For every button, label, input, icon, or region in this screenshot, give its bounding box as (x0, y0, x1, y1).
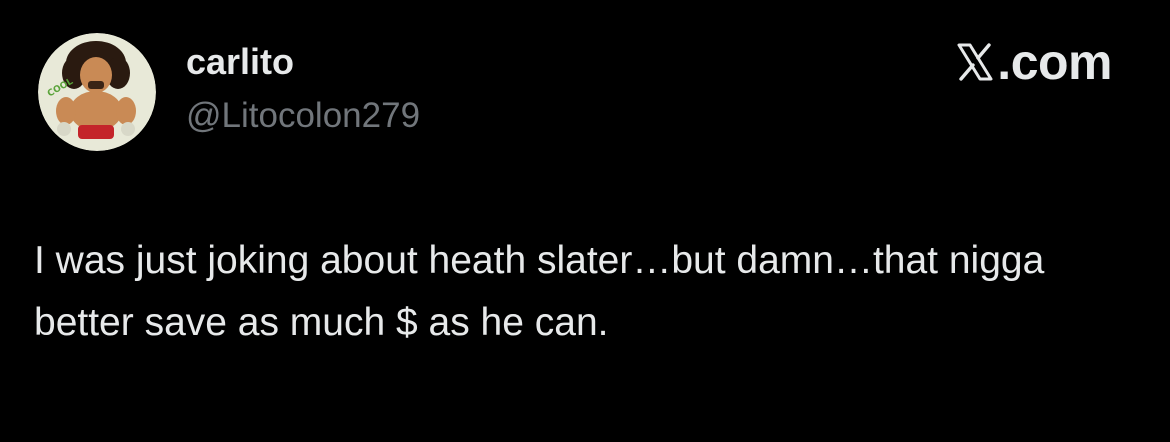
source-label: .com (997, 34, 1112, 90)
tweet-text: I was just joking about heath slater…but… (34, 239, 1045, 344)
user-handle[interactable]: @Litocolon279 (186, 94, 420, 138)
avatar[interactable]: COOL (38, 33, 156, 151)
source-badge[interactable]: .com (955, 34, 1112, 90)
cartoon-wrestler-avatar-icon: COOL (38, 33, 156, 151)
display-name[interactable]: carlito (186, 40, 294, 84)
tweet-card: COOL carlito @Litocolon279 .com I was ju… (0, 0, 1170, 442)
x-logo-icon (955, 42, 995, 82)
